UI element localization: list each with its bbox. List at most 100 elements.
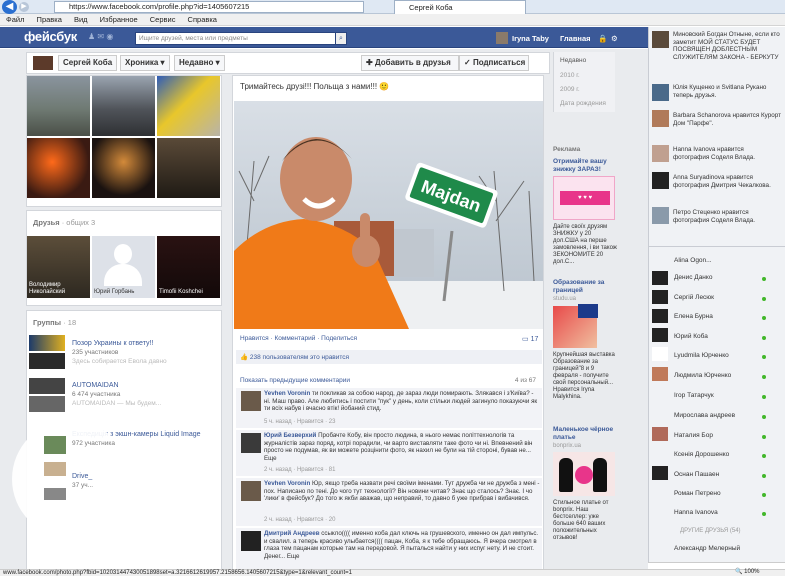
chat-contact[interactable]: Александр Мелерный: [674, 545, 740, 552]
chat-contact[interactable]: Елена Бурна: [674, 313, 713, 320]
year-link[interactable]: 2009 г.: [560, 86, 580, 93]
group-thumbnail[interactable]: [44, 436, 66, 454]
menu-file[interactable]: Файл: [6, 14, 24, 25]
chat-contact[interactable]: Hanna Ivanova: [674, 509, 718, 516]
commenter-name[interactable]: Yevhen Voronin: [264, 390, 310, 397]
post-photo[interactable]: Majdan: [234, 101, 543, 329]
home-link[interactable]: Главная: [560, 34, 591, 43]
zoom-level[interactable]: 🔍 100%: [735, 569, 760, 575]
commenter-avatar[interactable]: [241, 531, 261, 551]
chat-contact[interactable]: Людмила Юрченко: [674, 372, 731, 379]
chat-contact[interactable]: Мирослава андреев: [674, 412, 735, 419]
chat-contact[interactable]: Lyudmila Юрченко: [674, 352, 729, 359]
ticker-avatar[interactable]: [652, 145, 669, 162]
chat-contact[interactable]: Наталия Бор: [674, 432, 713, 439]
menu-help[interactable]: Справка: [188, 14, 217, 25]
chat-avatar[interactable]: [652, 290, 668, 304]
profile-name-button[interactable]: Сергей Коба: [58, 55, 118, 71]
comment-meta[interactable]: 2 ч. назад · Нравится · 20: [264, 517, 335, 523]
chat-avatar[interactable]: [652, 367, 668, 381]
ticker-item[interactable]: Anna Suryadinova нравится фотография Дми…: [673, 174, 781, 189]
chat-avatar[interactable]: [652, 328, 668, 342]
groups-title[interactable]: Группы · 18: [33, 318, 76, 327]
ad-image[interactable]: ♥ ♥ ♥: [553, 176, 615, 220]
timeline-dropdown[interactable]: Хроника ▾: [120, 55, 170, 71]
chat-contact[interactable]: Юрий Коба: [674, 333, 708, 340]
commenter-avatar[interactable]: [241, 391, 261, 411]
recent-dropdown[interactable]: Недавно ▾: [174, 55, 225, 71]
friend-card[interactable]: Юрий Горбань: [92, 236, 155, 298]
friend-card[interactable]: Володимир Николайский: [27, 236, 90, 298]
ticker-item[interactable]: Barbara Schanorova нравится Курорт Дом "…: [673, 112, 781, 127]
group-thumbnail[interactable]: [44, 462, 66, 476]
post-actions[interactable]: Нравится · Комментарий · Поделиться: [240, 335, 357, 342]
likes-bar[interactable]: 👍 238 пользователям это нравится: [236, 350, 542, 364]
chat-avatar[interactable]: [652, 466, 668, 480]
ad-title[interactable]: Отримайте вашу знижку ЗАРАЗ!: [553, 158, 617, 173]
ticker-avatar[interactable]: [652, 84, 669, 101]
group-thumbnail[interactable]: [29, 378, 65, 394]
ad-image[interactable]: [553, 452, 615, 496]
menu-edit[interactable]: Правка: [37, 14, 62, 25]
photo-thumbnail[interactable]: [27, 76, 90, 136]
menu-tools[interactable]: Сервис: [150, 14, 176, 25]
commenter-name[interactable]: Дмитрий Андреев: [264, 530, 320, 537]
photo-thumbnail[interactable]: [157, 138, 220, 198]
year-link[interactable]: Недавно: [560, 57, 586, 64]
profile-thumbnail[interactable]: [33, 56, 53, 70]
fb-logo[interactable]: фейсбук: [24, 29, 77, 44]
commenter-avatar[interactable]: [241, 481, 261, 501]
comment-count[interactable]: ▭ 17: [522, 335, 538, 343]
group-name[interactable]: AUTOMAIDAN: [72, 382, 119, 389]
photo-thumbnail[interactable]: [27, 138, 90, 198]
commenter-name[interactable]: Юрий Безверхий: [264, 432, 316, 439]
subscribe-button[interactable]: ✓ Подписаться: [459, 55, 529, 71]
settings-gear-icon[interactable]: ⚙: [611, 34, 618, 43]
comment-meta[interactable]: 5 ч. назад · Нравится · 23: [264, 419, 335, 425]
browser-tab[interactable]: Сергей Коба: [394, 0, 526, 14]
search-input[interactable]: Ищите друзей, места или предметы: [135, 32, 347, 45]
show-previous-comments[interactable]: Показать предыдущие комментарии 4 из 67: [236, 375, 542, 386]
user-avatar[interactable]: [496, 32, 508, 44]
notification-jewels-icon[interactable]: ♟ ✉ ◉: [88, 32, 132, 42]
chat-contact[interactable]: Сергій Лесюк: [674, 294, 714, 301]
ticker-avatar[interactable]: [652, 207, 669, 224]
chat-contact[interactable]: Ігор Татарчук: [674, 392, 714, 399]
user-name-link[interactable]: Iryna Taby: [512, 34, 549, 43]
chat-contact[interactable]: Ксенія Дорошенко: [674, 451, 729, 458]
photo-thumbnail[interactable]: [92, 76, 155, 136]
menu-view[interactable]: Вид: [74, 14, 88, 25]
commenter-avatar[interactable]: [241, 433, 261, 453]
ticker-avatar[interactable]: [652, 110, 669, 127]
year-link[interactable]: 2010 г.: [560, 72, 580, 79]
ad-title[interactable]: Маленькое чёрное платье: [553, 426, 617, 441]
ticker-item[interactable]: Hanna Ivanova нравится фотография Соделя…: [673, 146, 781, 161]
group-thumbnail[interactable]: [29, 353, 65, 369]
ticker-avatar[interactable]: [652, 31, 669, 48]
friends-title[interactable]: Друзья · общих 3: [33, 218, 95, 227]
chat-avatar[interactable]: [652, 309, 668, 323]
chat-contact[interactable]: Alina Ogon...: [674, 257, 712, 264]
ticker-item[interactable]: Юлія Кущенко и Svitlana Рукано теперь др…: [673, 84, 781, 99]
ticker-item[interactable]: Петро Стеценко нравится фотография Содел…: [673, 209, 781, 224]
chat-avatar[interactable]: [652, 271, 668, 285]
friend-card[interactable]: Timofii Koshchei: [157, 236, 220, 298]
menu-favorites[interactable]: Избранное: [100, 14, 138, 25]
add-friend-button[interactable]: ✚ Добавить в друзья: [361, 55, 459, 71]
group-name[interactable]: Drive_: [72, 473, 92, 480]
ticker-avatar[interactable]: [652, 172, 669, 189]
search-icon[interactable]: ⌕: [335, 32, 347, 45]
comment-meta[interactable]: 2 ч. назад · Нравится · 81: [264, 467, 335, 473]
chat-contact[interactable]: Роман Петрено: [674, 490, 721, 497]
chat-avatar[interactable]: [652, 347, 668, 361]
privacy-lock-icon[interactable]: 🔒: [598, 34, 607, 43]
photo-thumbnail[interactable]: [157, 76, 220, 136]
back-arrow-icon[interactable]: ◀: [2, 0, 17, 14]
group-thumbnail[interactable]: [29, 335, 65, 351]
address-bar[interactable]: https://www.facebook.com/profile.php?id=…: [54, 1, 364, 13]
forward-arrow-icon[interactable]: ▶: [19, 2, 29, 12]
chat-avatar[interactable]: [652, 427, 668, 441]
chat-contact[interactable]: Оснан Пашаен: [674, 471, 719, 478]
group-thumbnail[interactable]: [29, 396, 65, 412]
photo-thumbnail[interactable]: [92, 138, 155, 198]
